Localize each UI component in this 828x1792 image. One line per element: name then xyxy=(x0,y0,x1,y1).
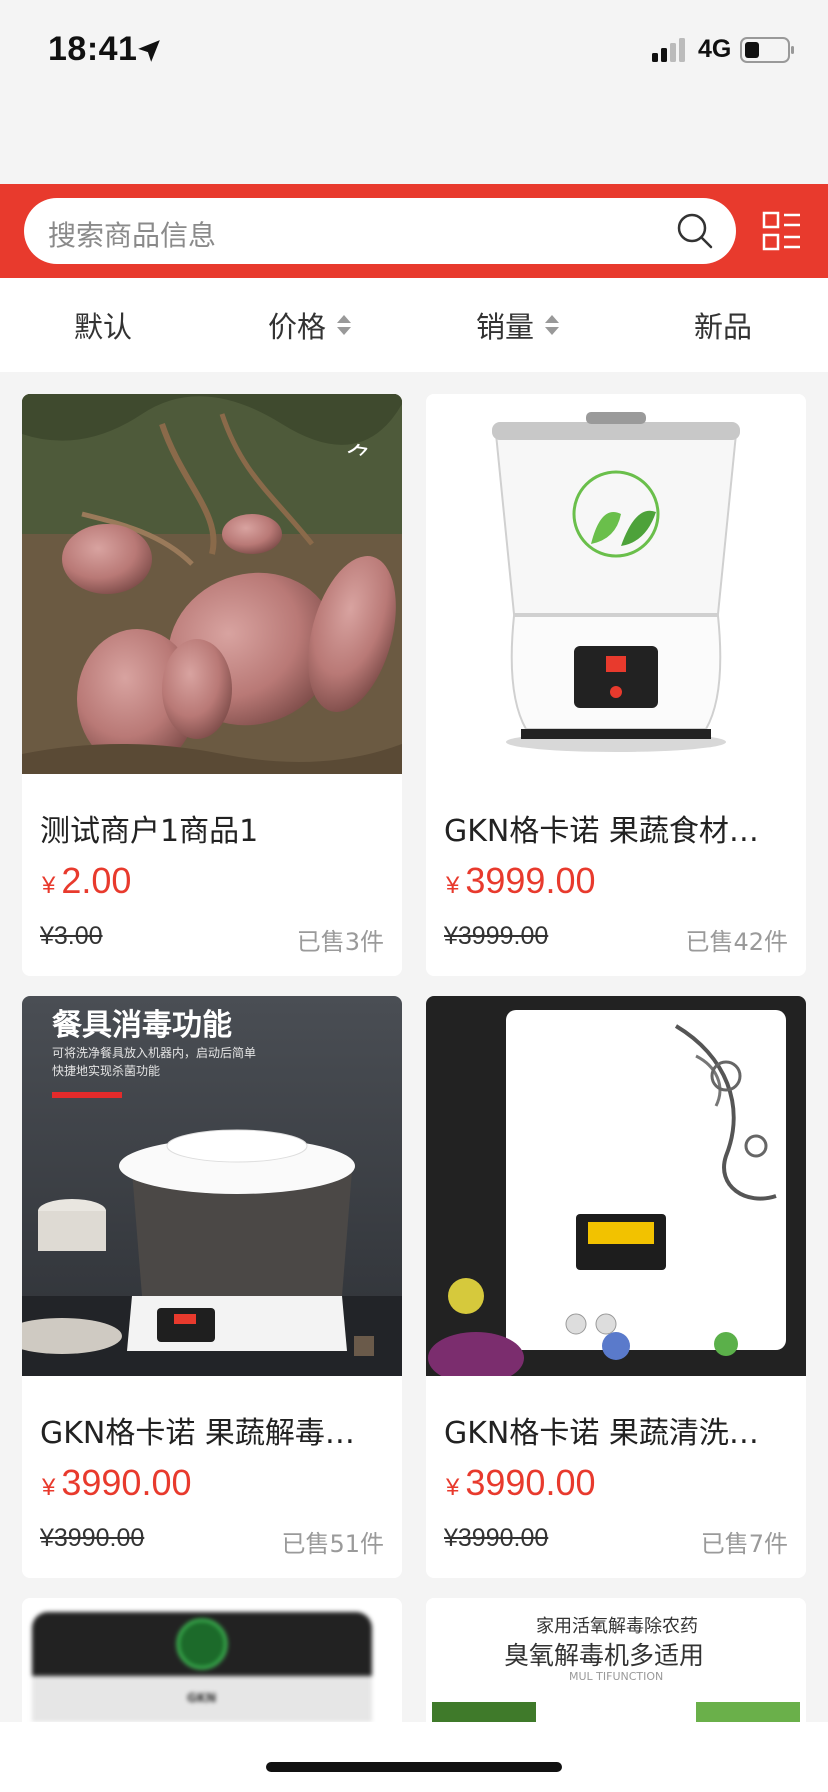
product-price: ¥2.00 xyxy=(42,860,131,902)
product-title: 测试商户1商品1 xyxy=(40,814,259,849)
product-price: ¥3990.00 xyxy=(42,1462,192,1504)
image-caption: 快捷地实现杀菌功能 xyxy=(52,1064,161,1078)
product-price: ¥3990.00 xyxy=(446,1462,596,1504)
product-image-sweet-potato: ⺈ xyxy=(22,394,402,774)
tab-price[interactable]: 价格 xyxy=(268,278,352,372)
tab-default-label: 默认 xyxy=(74,310,133,344)
sold-count: 已售3件 xyxy=(296,928,384,956)
product-card[interactable]: GKN xyxy=(22,1598,402,1722)
product-card[interactable]: GKN格卡诺 果蔬清洗… ¥3990.00 ¥3990.00 已售7件 xyxy=(426,996,806,1578)
currency-symbol: ¥ xyxy=(446,872,460,899)
bottom-safe-area xyxy=(0,1722,828,1792)
original-price: ¥3990.00 xyxy=(40,1524,145,1552)
product-image-cleaner-panel xyxy=(426,996,806,1376)
tab-price-label: 价格 xyxy=(268,310,327,344)
image-caption: 可将洗净餐具放入机器内，启动后简单 xyxy=(52,1046,257,1060)
svg-text:⺈: ⺈ xyxy=(343,441,373,474)
tab-default[interactable]: 默认 xyxy=(74,278,132,372)
tab-new[interactable]: 新品 xyxy=(694,278,752,372)
product-card[interactable]: 餐具消毒功能 可将洗净餐具放入机器内，启动后简单 快捷地实现杀菌功能 GKN格卡… xyxy=(22,996,402,1578)
product-card[interactable]: ⺈ 测试商户1商品1 ¥2.00 ¥3.00 已售3件 xyxy=(22,394,402,976)
signal-icon xyxy=(652,38,685,62)
product-price: ¥3999.00 xyxy=(446,860,596,902)
original-price: ¥3999.00 xyxy=(444,922,549,950)
product-image-detox-machine: 餐具消毒功能 可将洗净餐具放入机器内，启动后简单 快捷地实现杀菌功能 xyxy=(22,996,402,1376)
price-value: 3999.00 xyxy=(465,860,596,901)
search-header: 搜索商品信息 xyxy=(0,184,828,278)
image-brand-text: GKN xyxy=(187,1691,217,1705)
status-time: 18:41 xyxy=(48,30,138,68)
sort-arrows-icon xyxy=(545,315,560,335)
product-card[interactable]: GKN格卡诺 果蔬食材… ¥3999.00 ¥3999.00 已售42件 xyxy=(426,394,806,976)
product-title: GKN格卡诺 果蔬清洗… xyxy=(444,1416,759,1451)
price-value: 3990.00 xyxy=(61,1462,192,1503)
price-value: 2.00 xyxy=(61,860,132,901)
product-image-partial: 家用活氧解毒除农药 臭氧解毒机多适用 MUL TIFUNCTION xyxy=(426,1598,806,1722)
home-indicator[interactable] xyxy=(266,1762,562,1772)
search-placeholder: 搜索商品信息 xyxy=(48,219,217,252)
image-text: 家用活氧解毒除农药 xyxy=(536,1616,698,1637)
status-bar: 18:41 4G xyxy=(0,0,828,184)
search-icon[interactable] xyxy=(676,212,714,250)
search-input[interactable]: 搜索商品信息 xyxy=(24,198,736,264)
currency-symbol: ¥ xyxy=(446,1474,460,1501)
network-label: 4G xyxy=(698,35,732,63)
sold-count: 已售42件 xyxy=(685,928,788,956)
image-heading: 餐具消毒功能 xyxy=(52,1008,232,1043)
sort-bar: 默认 价格 销量 新品 xyxy=(0,278,828,372)
sold-count: 已售51件 xyxy=(281,1530,384,1558)
currency-symbol: ¥ xyxy=(42,1474,56,1501)
tab-sales[interactable]: 销量 xyxy=(476,278,560,372)
tab-new-label: 新品 xyxy=(694,310,753,344)
list-layout-icon[interactable] xyxy=(762,211,802,251)
original-price: ¥3990.00 xyxy=(444,1524,549,1552)
original-price: ¥3.00 xyxy=(40,922,103,950)
battery-icon xyxy=(740,37,794,63)
product-card[interactable]: 家用活氧解毒除农药 臭氧解毒机多适用 MUL TIFUNCTION xyxy=(426,1598,806,1722)
sort-arrows-icon xyxy=(337,315,352,335)
product-image-washer xyxy=(426,394,806,774)
price-value: 3990.00 xyxy=(465,1462,596,1503)
sold-count: 已售7件 xyxy=(700,1530,788,1558)
image-text: 臭氧解毒机多适用 xyxy=(504,1641,705,1670)
currency-symbol: ¥ xyxy=(42,872,56,899)
product-title: GKN格卡诺 果蔬食材… xyxy=(444,814,759,849)
location-arrow-icon xyxy=(138,40,160,62)
image-text: MUL TIFUNCTION xyxy=(569,1670,664,1683)
product-image-partial: GKN xyxy=(22,1598,402,1722)
tab-sales-label: 销量 xyxy=(476,310,535,344)
product-title: GKN格卡诺 果蔬解毒… xyxy=(40,1416,355,1451)
